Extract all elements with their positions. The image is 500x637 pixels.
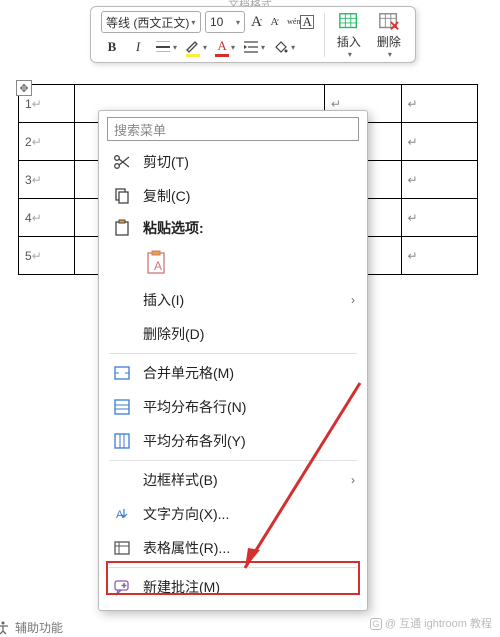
accessibility-icon: [0, 620, 11, 636]
paste-text-icon: A: [145, 250, 171, 276]
indent-button[interactable]: ▾: [241, 36, 267, 58]
menu-label: 边框样式(B): [143, 470, 339, 490]
font-size-value: 10: [210, 15, 223, 29]
menu-label: 合并单元格(M): [143, 363, 355, 383]
menu-table-properties[interactable]: 表格属性(R)...: [99, 531, 367, 565]
menu-label: 删除列(D): [143, 324, 355, 344]
menu-label: 粘贴选项:: [143, 218, 355, 238]
highlight-button[interactable]: ▾: [183, 36, 209, 58]
distribute-rows-icon: [113, 398, 131, 416]
bold-button[interactable]: B: [101, 36, 123, 58]
scissors-icon: [113, 153, 131, 171]
distribute-cols-icon: [113, 432, 131, 450]
border-button[interactable]: ▾: [153, 36, 179, 58]
menu-label: 平均分布各行(N): [143, 397, 355, 417]
italic-button[interactable]: I: [127, 36, 149, 58]
menu-cut[interactable]: 剪切(T): [99, 145, 367, 179]
menu-paste-options: 粘贴选项:: [99, 213, 367, 243]
menu-border-style[interactable]: 边框样式(B) ›: [99, 463, 367, 497]
copy-icon: [113, 187, 131, 205]
menu-distribute-cols[interactable]: 平均分布各列(Y): [99, 424, 367, 458]
text-direction-icon: A: [113, 505, 131, 523]
menu-search-input[interactable]: 搜索菜单: [107, 117, 359, 141]
menu-label: 新建批注(M): [143, 577, 355, 597]
phonetic-guide-button[interactable]: wén A: [285, 11, 316, 33]
menu-label: 插入(I): [143, 290, 339, 310]
menu-label: 复制(C): [143, 186, 355, 206]
menu-merge-cells[interactable]: 合并单元格(M): [99, 356, 367, 390]
new-comment-icon: [113, 578, 131, 596]
grow-font-button[interactable]: Aˆ: [249, 11, 265, 33]
menu-new-comment[interactable]: 新建批注(M): [99, 570, 367, 604]
table-properties-icon: [113, 539, 131, 557]
chevron-right-icon: ›: [351, 293, 355, 307]
chevron-right-icon: ›: [351, 473, 355, 487]
shading-button[interactable]: ▾: [271, 36, 297, 58]
mini-toolbar: 等线 (西文正文) ▾ 10 ▾ Aˆ Aˇ wén A B I ▾: [90, 6, 416, 63]
footer-label: 辅助功能: [15, 619, 63, 636]
font-family-value: 等线 (西文正文): [106, 14, 189, 31]
menu-copy[interactable]: 复制(C): [99, 179, 367, 213]
shrink-font-button[interactable]: Aˇ: [269, 11, 282, 33]
insert-table-button[interactable]: 插入 ▾: [329, 11, 369, 59]
border-icon: [155, 39, 171, 55]
table-delete-icon: [378, 11, 400, 33]
highlight-pen-icon: [185, 38, 201, 54]
svg-text:A: A: [154, 259, 162, 273]
chevron-down-icon: ▾: [236, 18, 240, 27]
menu-distribute-rows[interactable]: 平均分布各行(N): [99, 390, 367, 424]
accessibility-status[interactable]: 辅助功能: [0, 619, 63, 636]
font-size-select[interactable]: 10 ▾: [205, 11, 245, 33]
table-insert-icon: [338, 11, 360, 33]
menu-label: 表格属性(R)...: [143, 538, 355, 558]
menu-insert[interactable]: 插入(I) ›: [99, 283, 367, 317]
paste-option-keep-text[interactable]: A: [99, 243, 367, 283]
merge-cells-icon: [113, 364, 131, 382]
menu-label: 平均分布各列(Y): [143, 431, 355, 451]
menu-delete-column[interactable]: 删除列(D): [99, 317, 367, 351]
context-menu: 搜索菜单 剪切(T) 复制(C) 粘贴选项: A 插入(I) › 删除列(D) …: [98, 110, 368, 611]
menu-text-direction[interactable]: A 文字方向(X)...: [99, 497, 367, 531]
search-placeholder: 搜索菜单: [114, 120, 166, 139]
insert-label: 插入: [337, 33, 361, 50]
chevron-down-icon: ▾: [191, 18, 195, 27]
indent-icon: [243, 39, 259, 55]
delete-label: 删除: [377, 33, 401, 50]
clipboard-icon: [113, 219, 131, 237]
font-family-select[interactable]: 等线 (西文正文) ▾: [101, 11, 201, 33]
menu-label: 剪切(T): [143, 152, 355, 172]
font-color-button[interactable]: A ▾: [213, 36, 237, 58]
delete-table-button[interactable]: 删除 ▾: [369, 11, 409, 59]
table-move-handle[interactable]: ✥: [16, 80, 32, 96]
menu-label: 文字方向(X)...: [143, 504, 355, 524]
watermark: G@ 互通 ightroom 教程: [370, 615, 492, 631]
paint-bucket-icon: [273, 39, 289, 55]
